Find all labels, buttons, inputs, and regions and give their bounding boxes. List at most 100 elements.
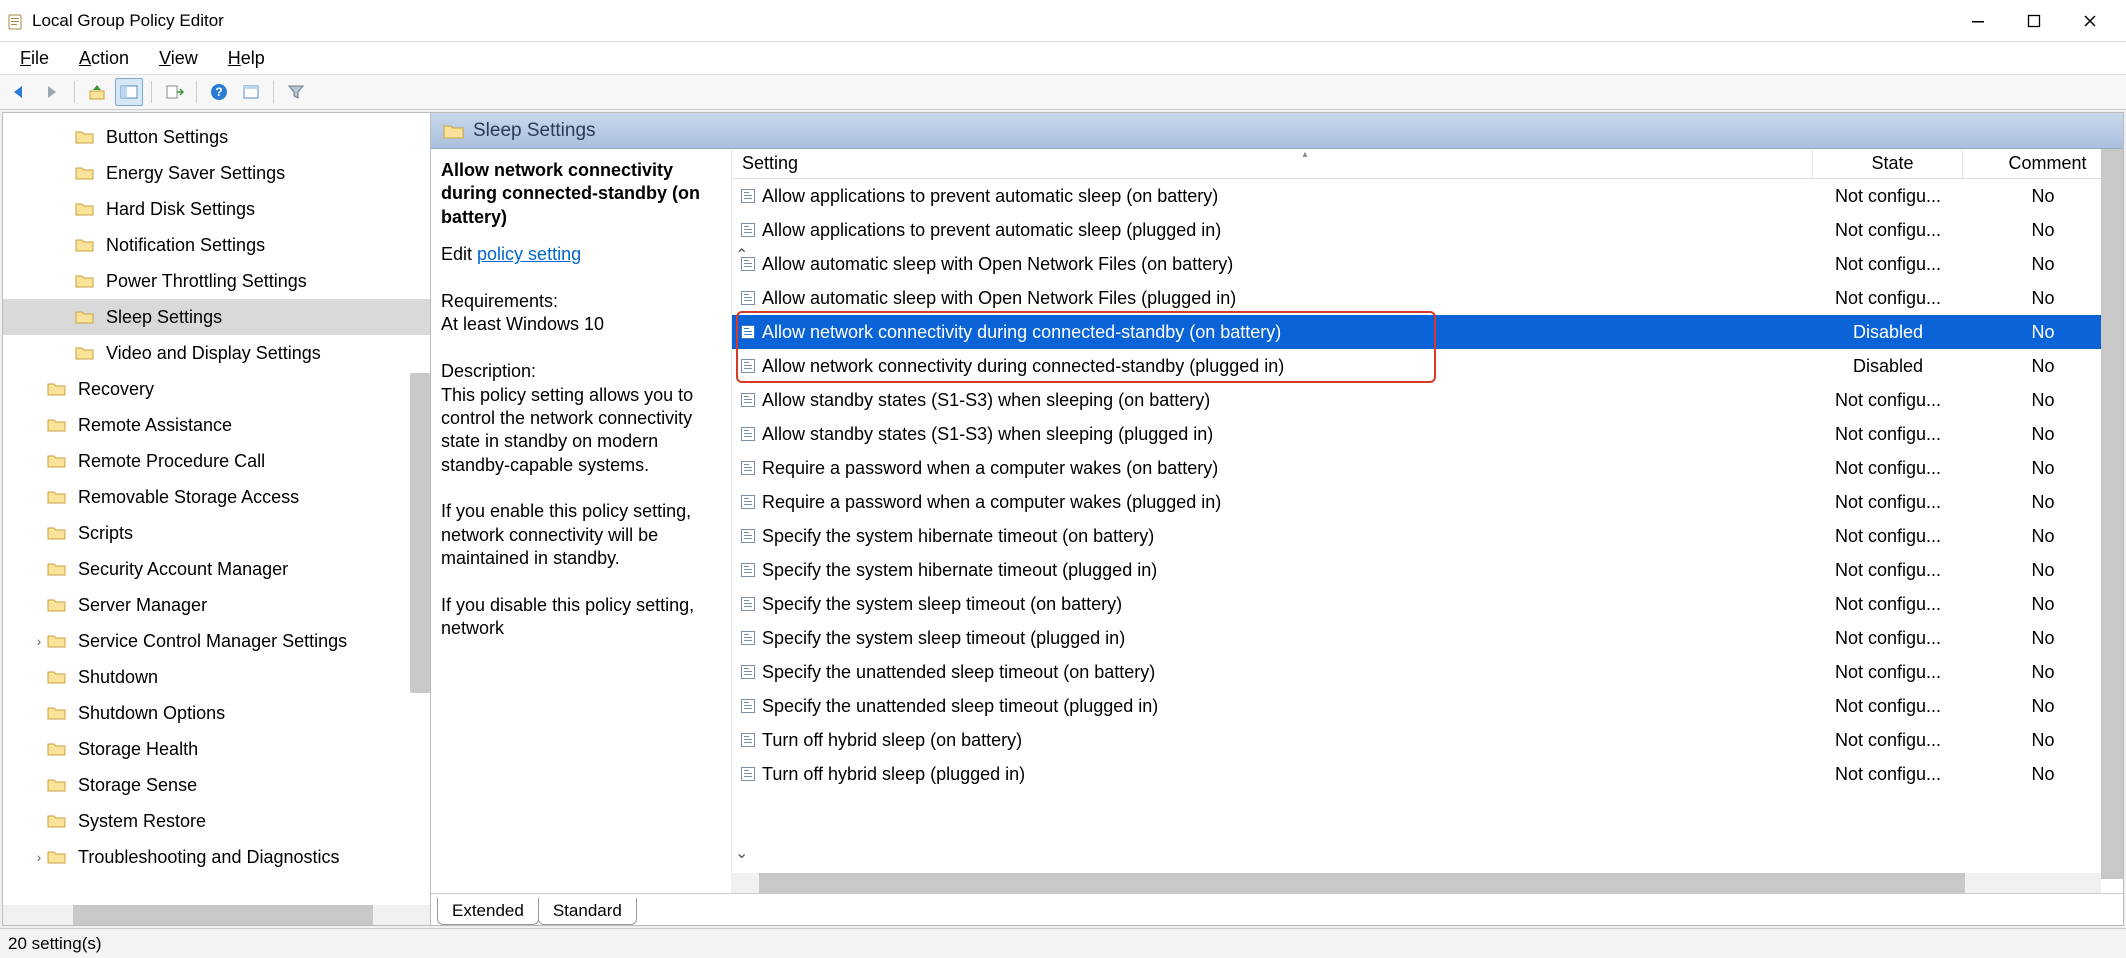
- policy-row[interactable]: Specify the system hibernate timeout (on…: [732, 519, 2123, 553]
- toolbar-separator: [273, 81, 274, 103]
- policy-row[interactable]: Allow network connectivity during connec…: [732, 315, 2123, 349]
- toolbar-separator: [74, 81, 75, 103]
- policy-row-comment: No: [1963, 458, 2123, 479]
- policy-row-label: Allow standby states (S1-S3) when sleepi…: [762, 424, 1213, 445]
- col-header-comment[interactable]: Comment: [1963, 149, 2123, 178]
- menu-file[interactable]: File: [8, 46, 61, 71]
- policy-row[interactable]: Require a password when a computer wakes…: [732, 451, 2123, 485]
- properties-button[interactable]: [237, 78, 265, 106]
- expand-icon[interactable]: ›: [31, 849, 47, 865]
- show-hide-tree-button[interactable]: [115, 78, 143, 106]
- tree-item[interactable]: Storage Sense: [3, 767, 430, 803]
- tree-item-label: Sleep Settings: [103, 306, 225, 329]
- policy-row-label: Require a password when a computer wakes…: [762, 492, 1221, 513]
- policy-row[interactable]: Specify the system hibernate timeout (pl…: [732, 553, 2123, 587]
- policy-row[interactable]: Allow standby states (S1-S3) when sleepi…: [732, 417, 2123, 451]
- tree-item[interactable]: Shutdown: [3, 659, 430, 695]
- policy-row-comment: No: [1963, 390, 2123, 411]
- tree-item[interactable]: Recovery: [3, 371, 430, 407]
- folder-icon: [75, 309, 95, 325]
- tree-item[interactable]: System Restore: [3, 803, 430, 839]
- scroll-up-arrow-icon[interactable]: ⌃: [735, 245, 748, 265]
- list-rows[interactable]: Allow applications to prevent automatic …: [732, 179, 2123, 893]
- policy-row-label: Specify the system sleep timeout (on bat…: [762, 594, 1122, 615]
- menu-action[interactable]: Action: [67, 46, 141, 71]
- tree-item[interactable]: Shutdown Options: [3, 695, 430, 731]
- policy-row[interactable]: Turn off hybrid sleep (plugged in)Not co…: [732, 757, 2123, 791]
- back-button[interactable]: [6, 78, 34, 106]
- policy-row[interactable]: Specify the system sleep timeout (plugge…: [732, 621, 2123, 655]
- tree-item[interactable]: Server Manager: [3, 587, 430, 623]
- policy-row[interactable]: Allow automatic sleep with Open Network …: [732, 247, 2123, 281]
- tree-item[interactable]: Removable Storage Access: [3, 479, 430, 515]
- tree-item[interactable]: Security Account Manager: [3, 551, 430, 587]
- policy-row-label: Allow automatic sleep with Open Network …: [762, 288, 1236, 309]
- policy-row[interactable]: Specify the system sleep timeout (on bat…: [732, 587, 2123, 621]
- policy-row-state: Not configu...: [1813, 730, 1963, 751]
- policy-row-comment: No: [1963, 662, 2123, 683]
- tree-item-label: Storage Sense: [75, 774, 200, 797]
- maximize-button[interactable]: [2006, 1, 2062, 41]
- policy-row[interactable]: Specify the unattended sleep timeout (pl…: [732, 689, 2123, 723]
- tree-pane[interactable]: Button Settings Energy Saver Settings Hard…: [3, 113, 431, 925]
- list-scrollbar-horiz-thumb[interactable]: [759, 873, 1965, 893]
- tree-item[interactable]: Storage Health: [3, 731, 430, 767]
- policy-row-state: Not configu...: [1813, 254, 1963, 275]
- policy-row-state: Not configu...: [1813, 662, 1963, 683]
- policy-row[interactable]: Allow applications to prevent automatic …: [732, 213, 2123, 247]
- tree-item[interactable]: Scripts: [3, 515, 430, 551]
- help-button[interactable]: ?: [205, 78, 233, 106]
- tree-item[interactable]: Power Throttling Settings: [3, 263, 430, 299]
- menu-view[interactable]: View: [147, 46, 210, 71]
- list-scrollbar-vert-thumb[interactable]: [2101, 149, 2123, 879]
- forward-button[interactable]: [38, 78, 66, 106]
- policy-row[interactable]: Allow automatic sleep with Open Network …: [732, 281, 2123, 315]
- edit-policy-link[interactable]: policy setting: [477, 244, 581, 264]
- policy-row-state: Disabled: [1813, 356, 1963, 377]
- filter-button[interactable]: [282, 78, 310, 106]
- tree-item[interactable]: ›Service Control Manager Settings: [3, 623, 430, 659]
- tree-scrollbar-horiz-thumb[interactable]: [73, 905, 373, 925]
- up-button[interactable]: [83, 78, 111, 106]
- policy-icon: [740, 528, 756, 544]
- policy-row-comment: No: [1963, 560, 2123, 581]
- minimize-button[interactable]: [1950, 1, 2006, 41]
- tree-item[interactable]: Notification Settings: [3, 227, 430, 263]
- tree-item[interactable]: Video and Display Settings: [3, 335, 430, 371]
- expand-icon[interactable]: ›: [31, 633, 47, 649]
- tab-extended[interactable]: Extended: [437, 898, 539, 925]
- policy-row[interactable]: Allow applications to prevent automatic …: [732, 179, 2123, 213]
- main-body: Button Settings Energy Saver Settings Hard…: [2, 112, 2124, 926]
- policy-row[interactable]: Allow network connectivity during connec…: [732, 349, 2123, 383]
- export-list-button[interactable]: [160, 78, 188, 106]
- policy-row-state: Not configu...: [1813, 526, 1963, 547]
- tab-standard[interactable]: Standard: [538, 898, 637, 925]
- description-label: Description:: [441, 360, 717, 383]
- col-header-state[interactable]: State: [1813, 149, 1963, 178]
- policy-row-comment: No: [1963, 526, 2123, 547]
- tree-item[interactable]: Hard Disk Settings: [3, 191, 430, 227]
- tree-item[interactable]: Button Settings: [3, 119, 430, 155]
- policy-row[interactable]: Turn off hybrid sleep (on battery)Not co…: [732, 723, 2123, 757]
- scroll-down-arrow-icon[interactable]: ⌄: [735, 843, 748, 863]
- tree-scrollbar-vert[interactable]: [410, 373, 430, 693]
- tree-item-label: System Restore: [75, 810, 209, 833]
- tree-item-label: Energy Saver Settings: [103, 162, 288, 185]
- tree-item[interactable]: Remote Procedure Call: [3, 443, 430, 479]
- policy-row[interactable]: Require a password when a computer wakes…: [732, 485, 2123, 519]
- tree-item[interactable]: Remote Assistance: [3, 407, 430, 443]
- tree-item[interactable]: Sleep Settings: [3, 299, 430, 335]
- policy-row[interactable]: Allow standby states (S1-S3) when sleepi…: [732, 383, 2123, 417]
- tree-scrollbar-horiz-track[interactable]: [3, 905, 430, 925]
- list-scrollbar-horiz[interactable]: [731, 873, 2101, 893]
- tree-item[interactable]: Energy Saver Settings: [3, 155, 430, 191]
- tree-item[interactable]: ›Troubleshooting and Diagnostics: [3, 839, 430, 875]
- close-button[interactable]: [2062, 1, 2118, 41]
- policy-row[interactable]: Specify the unattended sleep timeout (on…: [732, 655, 2123, 689]
- policy-icon: [740, 766, 756, 782]
- policy-row-label: Specify the unattended sleep timeout (pl…: [762, 696, 1158, 717]
- menu-help[interactable]: Help: [216, 46, 277, 71]
- list-scrollbar-vert[interactable]: [2101, 149, 2123, 879]
- col-header-setting[interactable]: Setting ▴: [732, 149, 1813, 178]
- policy-row-state: Disabled: [1813, 322, 1963, 343]
